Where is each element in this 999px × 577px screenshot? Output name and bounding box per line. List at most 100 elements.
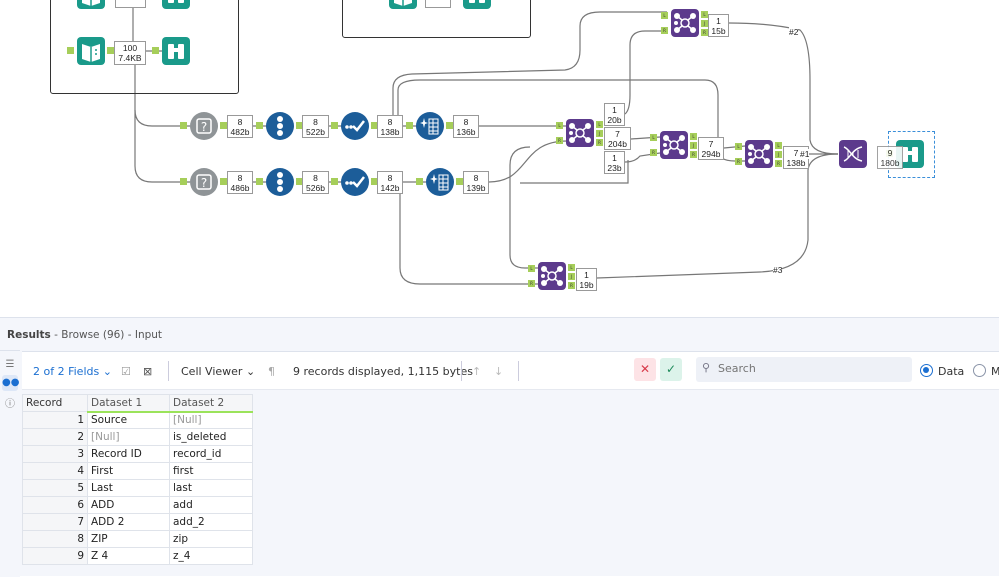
data-radio[interactable] (920, 364, 933, 377)
anchor-port[interactable]: R (650, 149, 657, 156)
anchor-port[interactable]: R (556, 137, 563, 144)
apply-filter-button[interactable]: ✓ (660, 358, 682, 381)
anchor-port[interactable]: R (690, 151, 697, 158)
cell[interactable]: ADD 2 (87, 513, 170, 531)
record-id-tool[interactable] (256, 111, 303, 141)
cell[interactable]: [Null] (87, 428, 170, 446)
table-row[interactable]: 3 Record ID record_id (22, 445, 253, 463)
record-number[interactable]: 9 (22, 547, 88, 565)
record-number[interactable]: 8 (22, 530, 88, 548)
anchor-port[interactable] (256, 122, 263, 129)
anchor-port[interactable]: L (568, 264, 575, 271)
cell[interactable]: add_2 (169, 513, 253, 531)
anchor-port[interactable] (107, 47, 114, 54)
anchor-port[interactable]: L (775, 142, 782, 149)
input-data-tool[interactable] (388, 0, 418, 10)
anchor-port[interactable] (220, 178, 227, 185)
column-header-dataset-1[interactable]: Dataset 1 (87, 394, 170, 413)
anchor-port[interactable]: L (690, 133, 697, 140)
join-tool[interactable]: LRLJR (528, 261, 575, 291)
cell-viewer-dropdown[interactable]: Cell Viewer ⌄ (181, 365, 255, 378)
table-row[interactable]: 4 First first (22, 462, 253, 480)
anchor-port[interactable]: J (701, 20, 708, 27)
cell[interactable]: First (87, 462, 170, 480)
anchor-port[interactable]: R (596, 139, 603, 146)
input-data-tool[interactable] (76, 0, 106, 10)
anchor-port[interactable]: L (650, 134, 657, 141)
record-number[interactable]: 4 (22, 462, 88, 480)
macro-tool[interactable]: ? (180, 111, 227, 141)
browse-tool[interactable] (152, 36, 191, 66)
anchor-port[interactable] (456, 178, 463, 185)
cell[interactable]: record_id (169, 445, 253, 463)
metadata-radio[interactable] (973, 364, 986, 377)
anchor-port[interactable]: J (690, 142, 697, 149)
macro-tool[interactable]: ? (180, 167, 227, 197)
anchor-port[interactable]: R (775, 160, 782, 167)
anchor-port[interactable] (331, 178, 338, 185)
cell[interactable]: first (169, 462, 253, 480)
record-number[interactable]: 2 (22, 428, 88, 446)
uncheck-all-icon[interactable]: ⊠ (143, 365, 152, 378)
anchor-port[interactable]: R (701, 29, 708, 36)
anchor-port[interactable]: L (735, 143, 742, 150)
table-row[interactable]: 2 [Null] is_deleted (22, 428, 253, 446)
select-tool[interactable] (331, 167, 378, 197)
multi-field-tool[interactable] (406, 111, 453, 141)
arrow-up-icon[interactable]: ↑ (472, 365, 481, 378)
table-row[interactable]: 8 ZIP zip (22, 530, 253, 548)
table-row[interactable]: 5 Last last (22, 479, 253, 497)
anchor-port[interactable] (67, 47, 74, 54)
cell[interactable]: last (169, 479, 253, 497)
cell[interactable]: Source (87, 411, 170, 429)
help-icon[interactable]: ⓘ (2, 397, 18, 413)
cell[interactable]: z_4 (169, 547, 253, 565)
anchor-port[interactable]: R (568, 282, 575, 289)
search-box[interactable]: ⚲ (696, 357, 912, 382)
union-tool[interactable] (838, 139, 868, 169)
select-tool[interactable] (331, 111, 378, 141)
anchor-port[interactable]: J (775, 151, 782, 158)
cell[interactable]: add (169, 496, 253, 514)
cell[interactable]: Z 4 (87, 547, 170, 565)
cell[interactable]: ZIP (87, 530, 170, 548)
anchor-port[interactable] (446, 122, 453, 129)
column-header-record[interactable]: Record (22, 394, 88, 412)
table-row[interactable]: 1 Source [Null] (22, 411, 253, 429)
record-id-tool[interactable] (256, 167, 303, 197)
search-input[interactable] (718, 362, 898, 375)
anchor-port[interactable] (220, 122, 227, 129)
browse-tool[interactable] (161, 0, 191, 10)
anchor-port[interactable] (256, 178, 263, 185)
input-data-tool[interactable] (67, 36, 114, 66)
cell[interactable]: [Null] (169, 411, 253, 429)
anchor-port[interactable] (406, 122, 413, 129)
join-tool[interactable]: LRLJR (556, 118, 603, 148)
join-tool[interactable]: LRLJR (735, 139, 782, 169)
workflow-canvas[interactable]: ? ? LRLJR LRLJR LRLJR LRLJR LRLJR 7.3KB … (0, 0, 999, 317)
browse-tool[interactable] (462, 0, 492, 10)
record-number[interactable]: 5 (22, 479, 88, 497)
column-header-dataset-2[interactable]: Dataset 2 (169, 394, 253, 413)
anchor-port[interactable]: L (556, 122, 563, 129)
anchor-port[interactable] (180, 178, 187, 185)
cell[interactable]: ADD (87, 496, 170, 514)
anchor-port[interactable]: L (661, 12, 668, 19)
check-all-icon[interactable]: ☑ (121, 365, 131, 378)
pilcrow-icon[interactable]: ¶ (268, 365, 275, 378)
arrow-down-icon[interactable]: ↓ (494, 365, 503, 378)
record-number[interactable]: 7 (22, 513, 88, 531)
anchor-port[interactable] (152, 47, 159, 54)
anchor-port[interactable]: J (596, 130, 603, 137)
binoculars-icon[interactable]: ●● (2, 375, 19, 391)
anchor-port[interactable]: R (528, 280, 535, 287)
cell[interactable]: zip (169, 530, 253, 548)
table-row[interactable]: 6 ADD add (22, 496, 253, 514)
anchor-port[interactable]: R (735, 158, 742, 165)
cell[interactable]: Record ID (87, 445, 170, 463)
cell[interactable]: Last (87, 479, 170, 497)
record-number[interactable]: 1 (22, 411, 88, 429)
record-number[interactable]: 6 (22, 496, 88, 514)
record-number[interactable]: 3 (22, 445, 88, 463)
join-tool[interactable]: LRLJR (650, 130, 697, 160)
